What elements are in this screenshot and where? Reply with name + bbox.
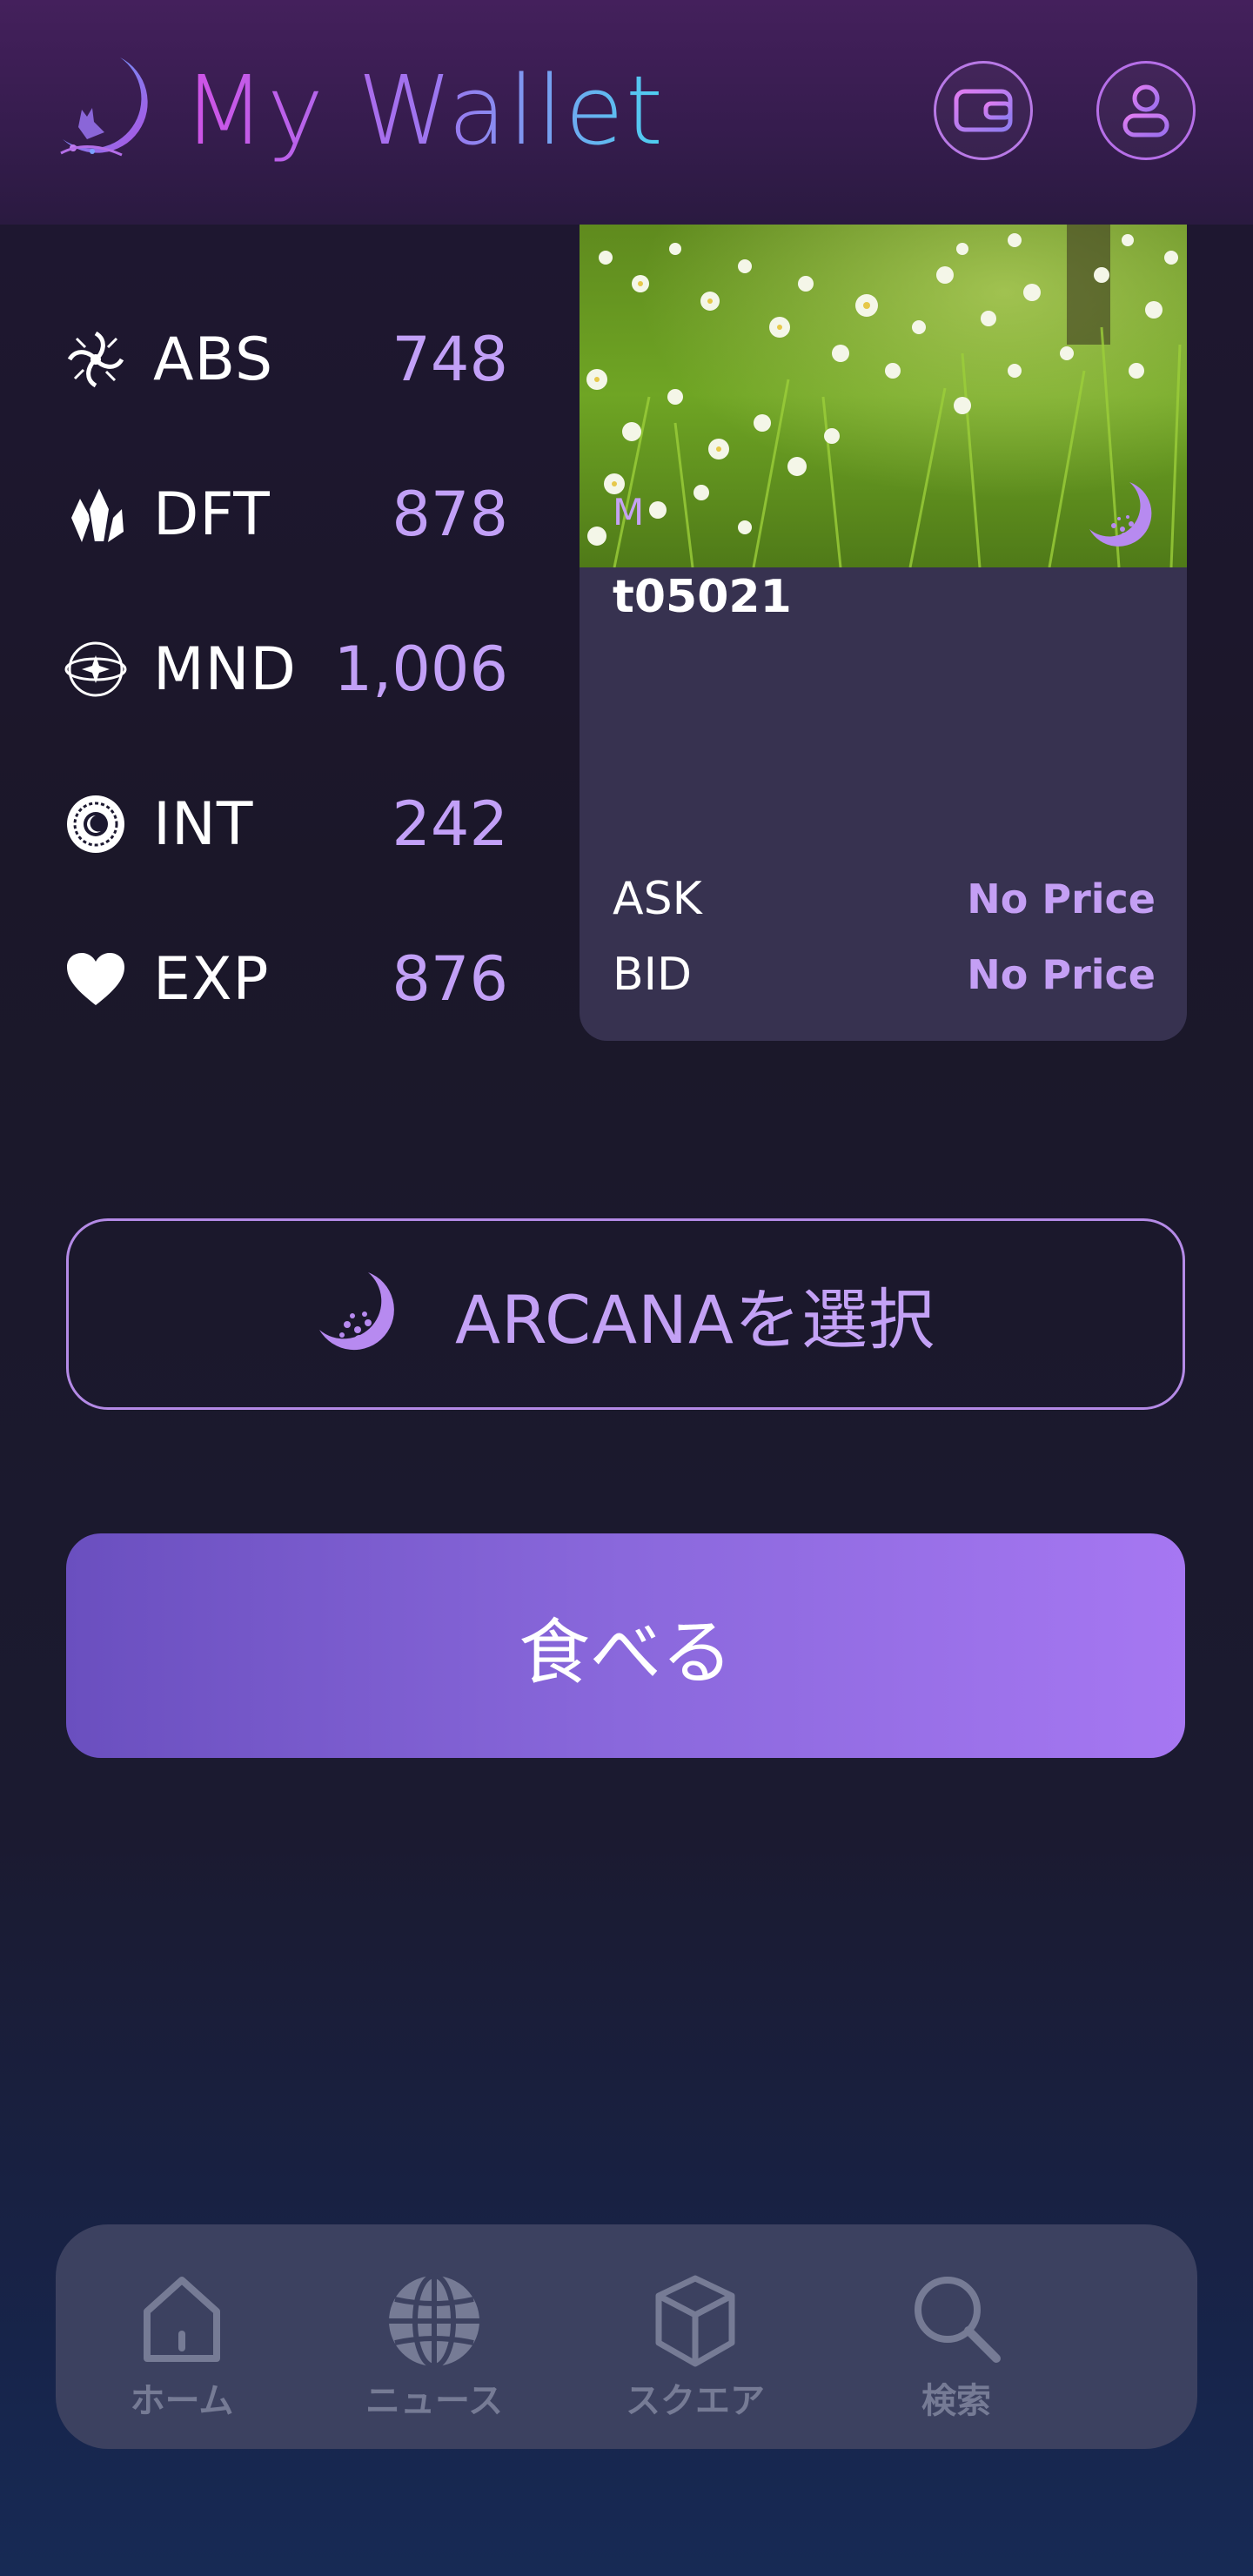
nav-item-home[interactable]: ホーム bbox=[56, 2224, 308, 2449]
arcana-moon-icon bbox=[319, 1272, 394, 1351]
stat-label: DFT bbox=[153, 480, 271, 549]
stat-row-mnd: MND 1,006 bbox=[64, 621, 508, 717]
wallet-button[interactable] bbox=[934, 61, 1033, 160]
stat-value: 748 bbox=[392, 324, 508, 395]
profile-button[interactable] bbox=[1096, 61, 1196, 160]
stat-label: INT bbox=[153, 789, 254, 859]
nav-item-square[interactable]: スクエア bbox=[560, 2224, 830, 2449]
home-icon bbox=[56, 2273, 308, 2369]
nav-item-search[interactable]: 検索 bbox=[830, 2224, 1082, 2449]
nav-item-news[interactable]: ニュース bbox=[308, 2224, 560, 2449]
app-header: My Wallet bbox=[0, 0, 1253, 225]
nav-label: 検索 bbox=[921, 2381, 991, 2421]
zodiac-wheel-icon bbox=[64, 793, 127, 855]
nav-label: ニュース bbox=[365, 2381, 503, 2421]
globe-icon bbox=[308, 2273, 560, 2369]
eat-label: 食べる bbox=[518, 1611, 733, 1694]
bid-label: BID bbox=[613, 949, 693, 1001]
stat-row-int: INT 242 bbox=[64, 776, 508, 872]
stat-row-dft: DFT 878 bbox=[64, 466, 508, 562]
arcana-moon-icon bbox=[1084, 477, 1161, 553]
orbit-star-icon bbox=[64, 638, 127, 701]
cube-icon bbox=[560, 2273, 830, 2369]
card-name: t05021 bbox=[613, 571, 792, 623]
bid-value: No Price bbox=[967, 951, 1156, 998]
ask-value: No Price bbox=[967, 875, 1156, 922]
moon-cat-logo-icon[interactable] bbox=[52, 52, 165, 165]
stat-value: 878 bbox=[392, 479, 508, 550]
card-kind: M bbox=[613, 491, 645, 533]
stat-value: 876 bbox=[392, 943, 508, 1015]
nav-label: スクエア bbox=[626, 2381, 765, 2421]
wallet-icon bbox=[954, 89, 1013, 132]
crystal-icon bbox=[64, 483, 127, 546]
bottom-navigation: ホーム ニュース スクエア 検索 bbox=[56, 2224, 1197, 2449]
stat-label: MND bbox=[153, 634, 297, 704]
user-icon bbox=[1122, 84, 1169, 138]
heart-icon bbox=[64, 948, 127, 1010]
eat-button[interactable]: 食べる bbox=[66, 1533, 1185, 1758]
stat-row-abs: ABS 748 bbox=[64, 312, 508, 407]
stat-value: 1,006 bbox=[333, 634, 508, 705]
stat-row-exp: EXP 876 bbox=[64, 931, 508, 1027]
stat-value: 242 bbox=[392, 788, 508, 860]
stat-label: ABS bbox=[153, 325, 274, 394]
tribal-swirl-icon bbox=[64, 328, 127, 391]
app-title: My Wallet bbox=[183, 55, 666, 166]
select-arcana-button[interactable]: ARCANAを選択 bbox=[66, 1218, 1185, 1410]
select-arcana-label: ARCANAを選択 bbox=[455, 1281, 935, 1358]
ask-row: ASK No Price bbox=[613, 869, 1156, 929]
arcana-card[interactable]: M t05021 ASK No Price BID No Price bbox=[580, 223, 1187, 1041]
stat-label: EXP bbox=[153, 944, 270, 1014]
bid-row: BID No Price bbox=[613, 944, 1156, 1005]
search-icon bbox=[830, 2273, 1082, 2369]
nav-label: ホーム bbox=[130, 2381, 234, 2421]
ask-label: ASK bbox=[613, 873, 702, 925]
